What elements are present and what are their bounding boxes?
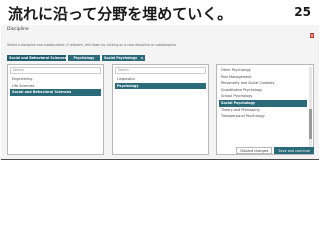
slide-title: 流れに沿って分野を埋めていく。 (8, 5, 233, 23)
save-button[interactable]: Save and continue (274, 147, 314, 154)
dialog-actions: Discard changes Save and continue (236, 147, 314, 154)
list-item[interactable]: Engineering (10, 76, 101, 83)
list-item[interactable]: Other Psychology (219, 67, 307, 74)
list-item[interactable]: Linguistics (115, 76, 206, 83)
selected-path: Social and Behavioral Sciences Psycholog… (7, 55, 145, 61)
discard-button[interactable]: Discard changes (236, 147, 273, 154)
close-icon[interactable] (310, 33, 314, 38)
chip-remove-icon[interactable]: x (141, 55, 143, 61)
list-item[interactable]: Theory and Philosophy (219, 107, 307, 114)
list-item-selected[interactable]: Social and Behavioral Sciences (10, 89, 101, 96)
list-item-selected[interactable]: Social Psychology (219, 99, 307, 107)
scrollbar-thumb[interactable] (309, 109, 312, 139)
chip-specialty[interactable]: Social Psychology x (102, 55, 145, 61)
list-item[interactable]: Personality and Social Contexts (219, 80, 307, 87)
list-item[interactable]: School Psychology (219, 93, 307, 100)
discipline-dialog: Discipline Select a discipline and subdi… (1, 25, 319, 160)
list-item[interactable]: Pain Management (219, 74, 307, 81)
subdiscipline-column: Search Linguistics Psychology (112, 64, 209, 155)
subdiscipline-search-input[interactable]: Search (115, 67, 206, 74)
discipline-search-input[interactable]: Search (10, 67, 101, 74)
slide-number: 25 (294, 5, 311, 19)
list-item[interactable]: Life Sciences (10, 83, 101, 90)
list-item-selected[interactable]: Psychology (115, 82, 206, 90)
chip-discipline[interactable]: Social and Behavioral Sciences (7, 55, 67, 61)
list-item[interactable]: Transpersonal Psychology (219, 113, 307, 120)
dialog-title: Discipline (7, 27, 29, 32)
specialty-column: Other Psychology Pain Management Persona… (216, 64, 314, 155)
list-item[interactable]: Quantitative Psychology (219, 87, 307, 94)
chip-specialty-label: Social Psychology (104, 56, 138, 60)
chip-subdiscipline[interactable]: Psychology (68, 55, 100, 61)
instruction-text: Select a discipline and subdiscipline. I… (7, 43, 177, 47)
discipline-column: Search Engineering Life Sciences Social … (7, 64, 104, 155)
